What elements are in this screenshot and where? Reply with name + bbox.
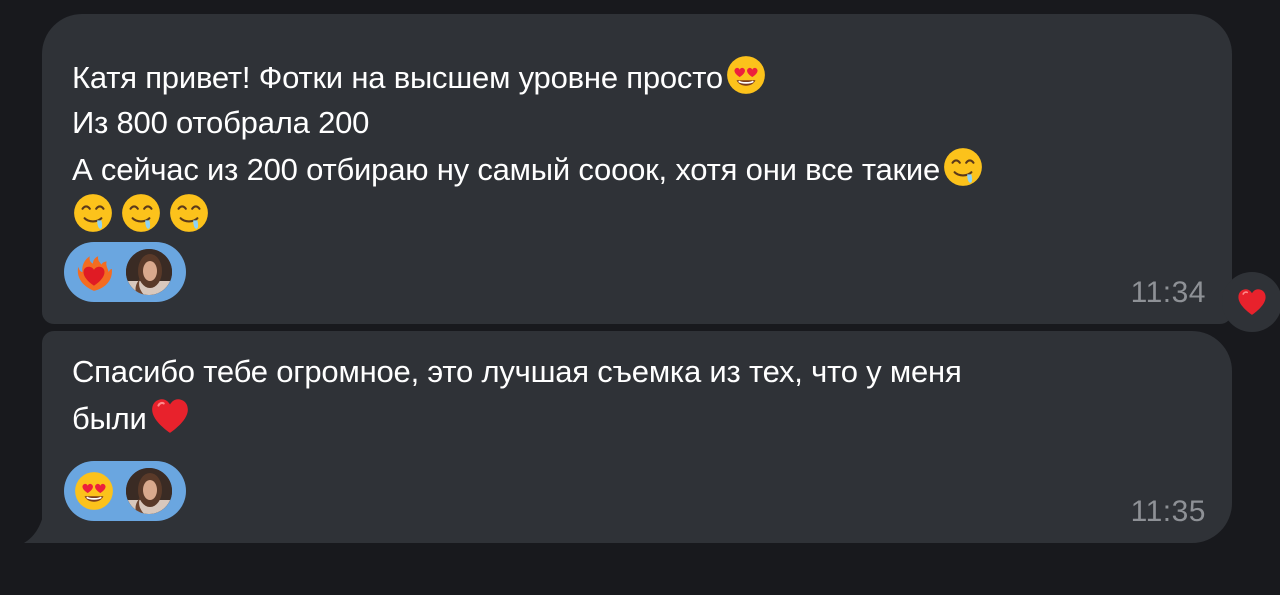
message-timestamp: 11:34 bbox=[1130, 276, 1206, 309]
message-text: Катя привет! Фотки на высшем уровне прос… bbox=[72, 14, 1202, 238]
drooling-face-emoji-icon bbox=[72, 192, 114, 234]
message-timestamp: 11:35 bbox=[1130, 495, 1206, 528]
message-line: были bbox=[72, 395, 1202, 441]
heart-eyes-emoji-icon bbox=[725, 54, 767, 96]
heart-eyes-reaction-icon bbox=[68, 465, 120, 517]
message-line: Из 800 отобрала 200 bbox=[72, 105, 370, 140]
message-bubble-incoming[interactable]: Спасибо тебе огромное, это лучшая съемка… bbox=[42, 331, 1232, 543]
reaction-chip[interactable] bbox=[64, 242, 186, 302]
message-line: Катя привет! Фотки на высшем уровне прос… bbox=[72, 54, 1202, 100]
drooling-face-emoji-icon bbox=[942, 146, 984, 188]
heart-on-fire-reaction-icon bbox=[68, 246, 120, 298]
message-text: Спасибо тебе огромное, это лучшая съемка… bbox=[72, 331, 1202, 441]
chat-view: Катя привет! Фотки на высшем уровне прос… bbox=[0, 0, 1280, 595]
red-heart-icon bbox=[1236, 286, 1268, 318]
red-heart-emoji-icon bbox=[149, 395, 191, 437]
reaction-chip[interactable] bbox=[64, 461, 186, 521]
drooling-face-emoji-icon bbox=[120, 192, 162, 234]
reactor-avatar bbox=[124, 247, 174, 297]
reactor-avatar bbox=[124, 466, 174, 516]
message-line: А сейчас из 200 отбираю ну самый сооок, … bbox=[72, 146, 1202, 192]
emoji-line bbox=[72, 192, 1202, 238]
message-bubble-incoming[interactable]: Катя привет! Фотки на высшем уровне прос… bbox=[42, 14, 1232, 324]
message-line: Спасибо тебе огромное, это лучшая съемка… bbox=[72, 354, 962, 389]
drooling-face-emoji-icon bbox=[168, 192, 210, 234]
quick-reaction-button[interactable] bbox=[1222, 272, 1280, 332]
